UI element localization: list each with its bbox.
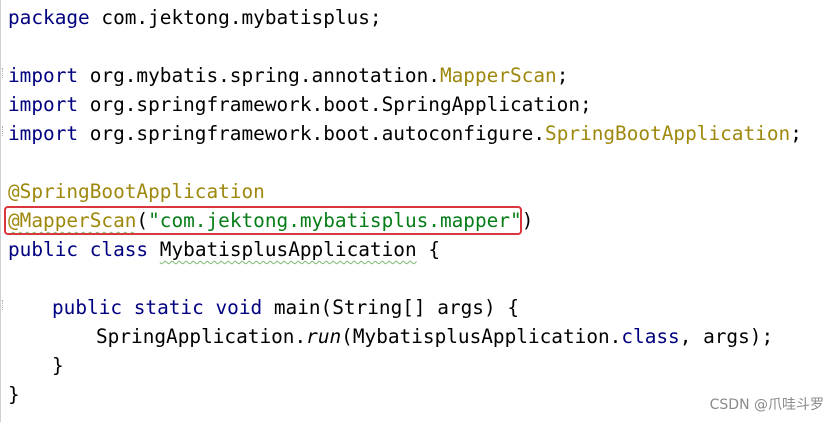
keyword-class: class xyxy=(89,238,149,261)
package-name: com.jektong.mybatisplus; xyxy=(89,6,382,29)
code-line-import-springbootapplication[interactable]: import org.springframework.boot.autoconf… xyxy=(8,119,802,148)
gutter-divider xyxy=(0,0,1,422)
run-args: (MybatisplusApplication. xyxy=(341,325,622,348)
code-editor[interactable]: package com.jektong.mybatisplus; import … xyxy=(0,0,838,422)
fold-marker-method xyxy=(2,300,9,310)
highlight-box xyxy=(4,206,522,235)
import-path: org.springframework.boot.autoconfigure. xyxy=(78,122,546,145)
keyword-import: import xyxy=(8,93,79,116)
keyword-void: void xyxy=(215,296,263,319)
watermark: CSDN @爪哇斗罗 xyxy=(709,397,824,413)
code-line-import-mapperscan[interactable]: import org.mybatis.spring.annotation.Map… xyxy=(8,61,568,90)
import-class: MapperScan xyxy=(439,64,557,87)
code-line-method-close[interactable]: } xyxy=(52,351,64,380)
import-path: org.springframework.boot.SpringApplicati… xyxy=(78,93,592,116)
close-brace: } xyxy=(8,383,20,406)
keyword-package: package xyxy=(8,6,90,29)
code-line-class-close[interactable]: } xyxy=(8,380,20,409)
annotation-springbootapplication: @SpringBootApplication xyxy=(8,180,265,203)
run-args-end: , args); xyxy=(679,325,774,348)
semicolon: ; xyxy=(556,64,569,87)
code-line-annotation-springboot[interactable]: @SpringBootApplication xyxy=(8,177,265,206)
paren-close: ) xyxy=(521,209,534,232)
keyword-import: import xyxy=(8,64,79,87)
keyword-public: public xyxy=(52,296,123,319)
import-path: org.mybatis.spring.annotation. xyxy=(78,64,440,87)
run-method: run xyxy=(306,325,342,348)
main-signature: main(String[] args) { xyxy=(262,296,520,319)
close-brace: } xyxy=(52,354,64,377)
code-line-main-method[interactable]: public static void main(String[] args) { xyxy=(52,293,519,322)
open-brace: { xyxy=(416,238,440,261)
code-line-class-declaration[interactable]: public class MybatisplusApplication { xyxy=(8,235,440,264)
keyword-class: class xyxy=(621,325,680,348)
code-line-run-call[interactable]: SpringApplication.run(MybatisplusApplica… xyxy=(96,322,773,351)
import-class: SpringBootApplication xyxy=(545,122,791,145)
keyword-import: import xyxy=(8,122,79,145)
keyword-public: public xyxy=(8,238,79,261)
code-line-package[interactable]: package com.jektong.mybatisplus; xyxy=(8,3,382,32)
class-name: MybatisplusApplication xyxy=(159,238,417,261)
keyword-static: static xyxy=(133,296,204,319)
code-line-import-springapplication[interactable]: import org.springframework.boot.SpringAp… xyxy=(8,90,592,119)
semicolon: ; xyxy=(790,122,802,145)
springapplication-ref: SpringApplication. xyxy=(96,325,307,348)
